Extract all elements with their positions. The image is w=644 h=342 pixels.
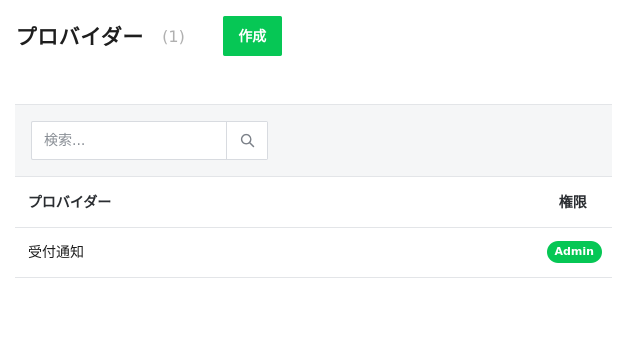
- filter-bar: [15, 104, 612, 177]
- role-cell: Admin: [362, 227, 612, 278]
- role-badge: Admin: [546, 241, 602, 263]
- search-box: [31, 121, 268, 160]
- page-header: プロバイダー (1) 作成: [16, 16, 282, 56]
- column-header-role: 権限: [362, 177, 612, 228]
- table-header-row: プロバイダー 権限: [15, 177, 612, 228]
- table-row[interactable]: 受付通知 Admin: [15, 227, 612, 278]
- provider-panel: プロバイダー 権限 受付通知 Admin: [15, 104, 612, 278]
- search-icon: [240, 133, 254, 148]
- create-button[interactable]: 作成: [223, 16, 282, 56]
- provider-name[interactable]: 受付通知: [15, 227, 363, 278]
- search-input[interactable]: [32, 122, 226, 159]
- search-button[interactable]: [226, 122, 267, 159]
- column-header-provider[interactable]: プロバイダー: [15, 177, 363, 228]
- provider-table: プロバイダー 権限 受付通知 Admin: [15, 177, 612, 278]
- provider-count: (1): [162, 26, 185, 46]
- page-title: プロバイダー: [16, 25, 145, 49]
